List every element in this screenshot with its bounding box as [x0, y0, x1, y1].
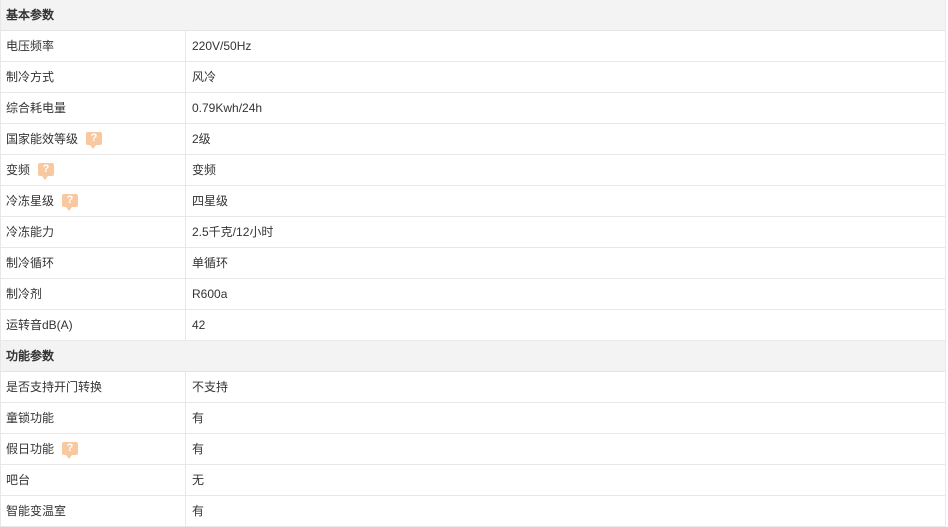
spec-value: 有	[192, 442, 205, 456]
section-header-function: 功能参数	[1, 341, 945, 372]
spec-label: 是否支持开门转换	[6, 380, 103, 394]
spec-table: 基本参数 电压频率 220V/50Hz 制冷方式 风冷 综合耗电量 0.79Kw…	[0, 0, 946, 527]
spec-value: 42	[192, 318, 206, 332]
spec-row-door-reversal: 是否支持开门转换 不支持	[1, 372, 945, 403]
spec-label: 制冷剂	[6, 287, 43, 301]
spec-label-cell: 吧台	[1, 465, 186, 495]
spec-label: 电压频率	[6, 39, 55, 53]
spec-value: 无	[192, 473, 205, 487]
spec-row-voltage: 电压频率 220V/50Hz	[1, 31, 945, 62]
spec-label: 吧台	[6, 473, 31, 487]
spec-value: 不支持	[192, 380, 229, 394]
spec-label-cell: 变频 ?	[1, 155, 186, 185]
spec-value: 四星级	[192, 194, 229, 208]
spec-row-freezing-capacity: 冷冻能力 2.5千克/12小时	[1, 217, 945, 248]
spec-label-cell: 制冷剂	[1, 279, 186, 309]
spec-label: 智能变温室	[6, 504, 67, 518]
spec-row-cooling-cycle: 制冷循环 单循环	[1, 248, 945, 279]
help-icon[interactable]: ?	[62, 441, 79, 459]
help-icon[interactable]: ?	[38, 162, 55, 180]
help-icon[interactable]: ?	[86, 131, 103, 149]
spec-value: 有	[192, 504, 205, 518]
spec-label: 童锁功能	[6, 411, 55, 425]
spec-label: 运转音dB(A)	[6, 318, 73, 332]
spec-row-energy-grade: 国家能效等级 ? 2级	[1, 124, 945, 155]
spec-row-child-lock: 童锁功能 有	[1, 403, 945, 434]
spec-row-power-consumption: 综合耗电量 0.79Kwh/24h	[1, 93, 945, 124]
spec-label-cell: 冷冻星级 ?	[1, 186, 186, 216]
spec-row-freezer-star: 冷冻星级 ? 四星级	[1, 186, 945, 217]
spec-label: 假日功能	[6, 442, 55, 456]
spec-label-cell: 智能变温室	[1, 496, 186, 526]
spec-row-inverter: 变频 ? 变频	[1, 155, 945, 186]
spec-row-holiday-mode: 假日功能 ? 有	[1, 434, 945, 465]
help-icon[interactable]: ?	[62, 193, 79, 211]
spec-label: 制冷方式	[6, 70, 55, 84]
spec-label: 国家能效等级	[6, 132, 79, 146]
spec-label-cell: 冷冻能力	[1, 217, 186, 247]
spec-value: R600a	[192, 287, 228, 301]
spec-label: 冷冻能力	[6, 225, 55, 239]
spec-row-noise: 运转音dB(A) 42	[1, 310, 945, 341]
section-header-basic: 基本参数	[1, 0, 945, 31]
spec-label-cell: 是否支持开门转换	[1, 372, 186, 402]
spec-label-cell: 童锁功能	[1, 403, 186, 433]
spec-row-refrigerant: 制冷剂 R600a	[1, 279, 945, 310]
spec-label-cell: 综合耗电量	[1, 93, 186, 123]
spec-label-cell: 制冷方式	[1, 62, 186, 92]
spec-label: 变频	[6, 163, 31, 177]
spec-value: 2级	[192, 132, 211, 146]
spec-value: 有	[192, 411, 205, 425]
spec-row-bar: 吧台 无	[1, 465, 945, 496]
spec-value: 0.79Kwh/24h	[192, 101, 263, 115]
spec-value: 变频	[192, 163, 217, 177]
spec-label-cell: 电压频率	[1, 31, 186, 61]
spec-row-smart-variable-temp: 智能变温室 有	[1, 496, 945, 527]
spec-label: 制冷循环	[6, 256, 55, 270]
spec-label-cell: 运转音dB(A)	[1, 310, 186, 340]
spec-label-cell: 制冷循环	[1, 248, 186, 278]
spec-value: 风冷	[192, 70, 217, 84]
spec-label: 综合耗电量	[6, 101, 67, 115]
spec-label-cell: 国家能效等级 ?	[1, 124, 186, 154]
spec-label: 冷冻星级	[6, 194, 55, 208]
spec-row-cooling-method: 制冷方式 风冷	[1, 62, 945, 93]
spec-value: 220V/50Hz	[192, 39, 252, 53]
spec-value: 2.5千克/12小时	[192, 225, 274, 239]
spec-value: 单循环	[192, 256, 229, 270]
spec-label-cell: 假日功能 ?	[1, 434, 186, 464]
